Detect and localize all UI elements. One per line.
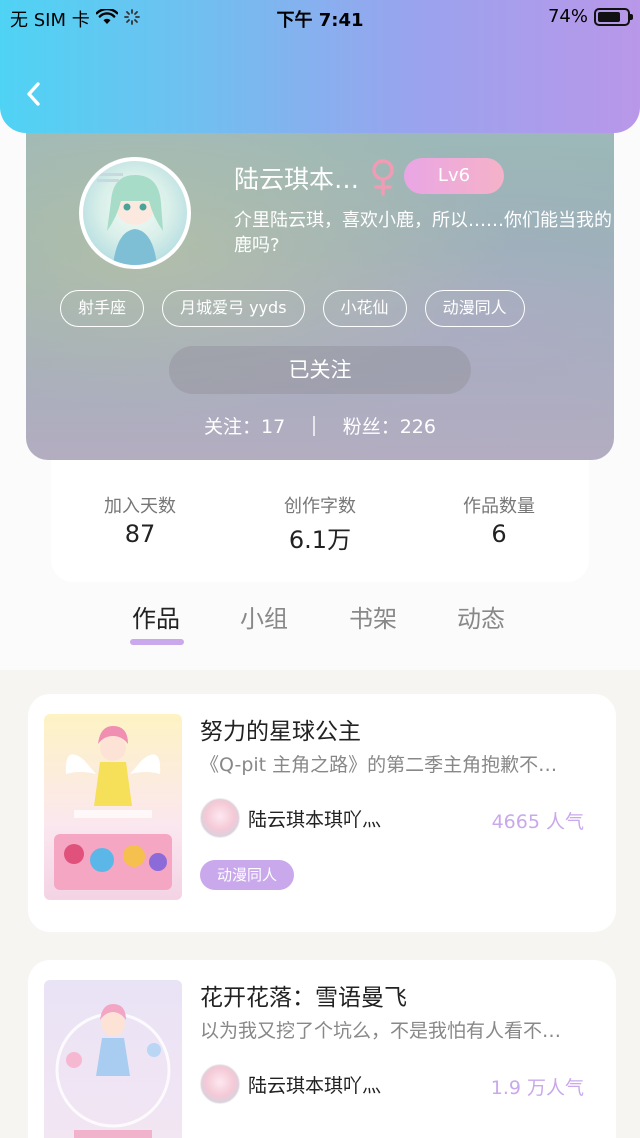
tab-bookshelf[interactable]: 书架 bbox=[349, 599, 397, 634]
work-cover-image[interactable] bbox=[44, 714, 182, 900]
popularity-count: 4665 人气 bbox=[491, 811, 584, 833]
tag-chip[interactable]: 月城爱弓 yyds bbox=[162, 290, 305, 327]
back-button[interactable] bbox=[16, 76, 52, 112]
stat-value: 87 bbox=[124, 520, 156, 548]
work-description: 《Q-pit 主角之路》的第二季主角抱歉不… bbox=[200, 754, 558, 776]
tag-list: 射手座 月城爱弓 yyds 小花仙 动漫同人 bbox=[60, 290, 525, 327]
stat-label: 作品数量 bbox=[463, 496, 535, 517]
author-avatar[interactable] bbox=[200, 798, 240, 838]
stat-join-days: 加入天数 87 bbox=[60, 492, 220, 548]
tab-bar: 作品 小组 书架 动态 bbox=[0, 595, 640, 655]
work-card[interactable]: 努力的星球公主 《Q-pit 主角之路》的第二季主角抱歉不… 陆云琪本琪吖灬 4… bbox=[28, 694, 616, 932]
status-right: 74% bbox=[547, 6, 633, 27]
status-time: 下午 7:41 bbox=[276, 10, 364, 31]
profile-card: 陆云琪本… Lv6 介里陆云琪，喜欢小鹿，所以……你们能当我的 鹿吗? 射手座 … bbox=[26, 110, 614, 460]
battery-icon bbox=[594, 7, 633, 26]
author-name[interactable]: 陆云琪本琪吖灬 bbox=[248, 805, 381, 832]
stat-word-count: 创作字数 6.1万 bbox=[240, 492, 400, 555]
author-name[interactable]: 陆云琪本琪吖灬 bbox=[248, 1071, 381, 1098]
work-title[interactable]: 花开花落：雪语曼飞 bbox=[200, 978, 407, 1012]
work-card[interactable]: 花开花落：雪语曼飞 以为我又挖了个坑么，不是我怕有人看不… 陆云琪本琪吖灬 1.… bbox=[28, 960, 616, 1138]
stats-divider bbox=[313, 415, 315, 436]
avatar[interactable] bbox=[79, 157, 191, 269]
stat-works-count: 作品数量 6 bbox=[419, 492, 579, 548]
stats-card: 加入天数 87 创作字数 6.1万 作品数量 6 bbox=[51, 440, 589, 582]
status-bar: 无 SIM 卡 下午 7:41 74% bbox=[0, 0, 640, 36]
author-avatar[interactable] bbox=[200, 1064, 240, 1104]
follow-button[interactable]: 已关注 bbox=[169, 346, 471, 394]
tag-chip[interactable]: 小花仙 bbox=[322, 290, 407, 327]
battery-percent: 74% bbox=[547, 6, 588, 27]
tab-indicator bbox=[130, 639, 184, 645]
female-icon bbox=[370, 158, 396, 200]
nickname: 陆云琪本… bbox=[234, 165, 360, 194]
tab-activity[interactable]: 动态 bbox=[457, 599, 505, 634]
level-badge: Lv6 bbox=[404, 158, 504, 194]
stat-label: 加入天数 bbox=[104, 496, 176, 517]
popularity-count: 1.9 万人气 bbox=[490, 1077, 584, 1099]
tab-groups[interactable]: 小组 bbox=[240, 599, 288, 634]
work-tag[interactable]: 动漫同人 bbox=[200, 860, 295, 890]
work-cover-image[interactable] bbox=[44, 980, 182, 1138]
back-arrow-icon bbox=[27, 82, 40, 106]
stat-label: 创作字数 bbox=[284, 496, 356, 517]
tag-chip[interactable]: 动漫同人 bbox=[424, 290, 525, 327]
follow-stats: 关注：17 粉丝：226 bbox=[26, 412, 614, 439]
work-description: 以为我又挖了个坑么，不是我怕有人看不… bbox=[200, 1020, 562, 1042]
tab-works[interactable]: 作品 bbox=[132, 599, 180, 634]
header-bar: 无 SIM 卡 下午 7:41 74% bbox=[0, 0, 640, 133]
profile-bio: 介里陆云琪，喜欢小鹿，所以……你们能当我的 鹿吗? bbox=[234, 210, 612, 256]
stat-value: 6.1万 bbox=[288, 526, 352, 554]
followers-count[interactable]: 粉丝：226 bbox=[343, 412, 436, 439]
stat-value: 6 bbox=[491, 520, 507, 548]
following-count[interactable]: 关注：17 bbox=[204, 412, 285, 439]
tag-chip[interactable]: 射手座 bbox=[60, 290, 145, 327]
work-title[interactable]: 努力的星球公主 bbox=[200, 712, 361, 746]
